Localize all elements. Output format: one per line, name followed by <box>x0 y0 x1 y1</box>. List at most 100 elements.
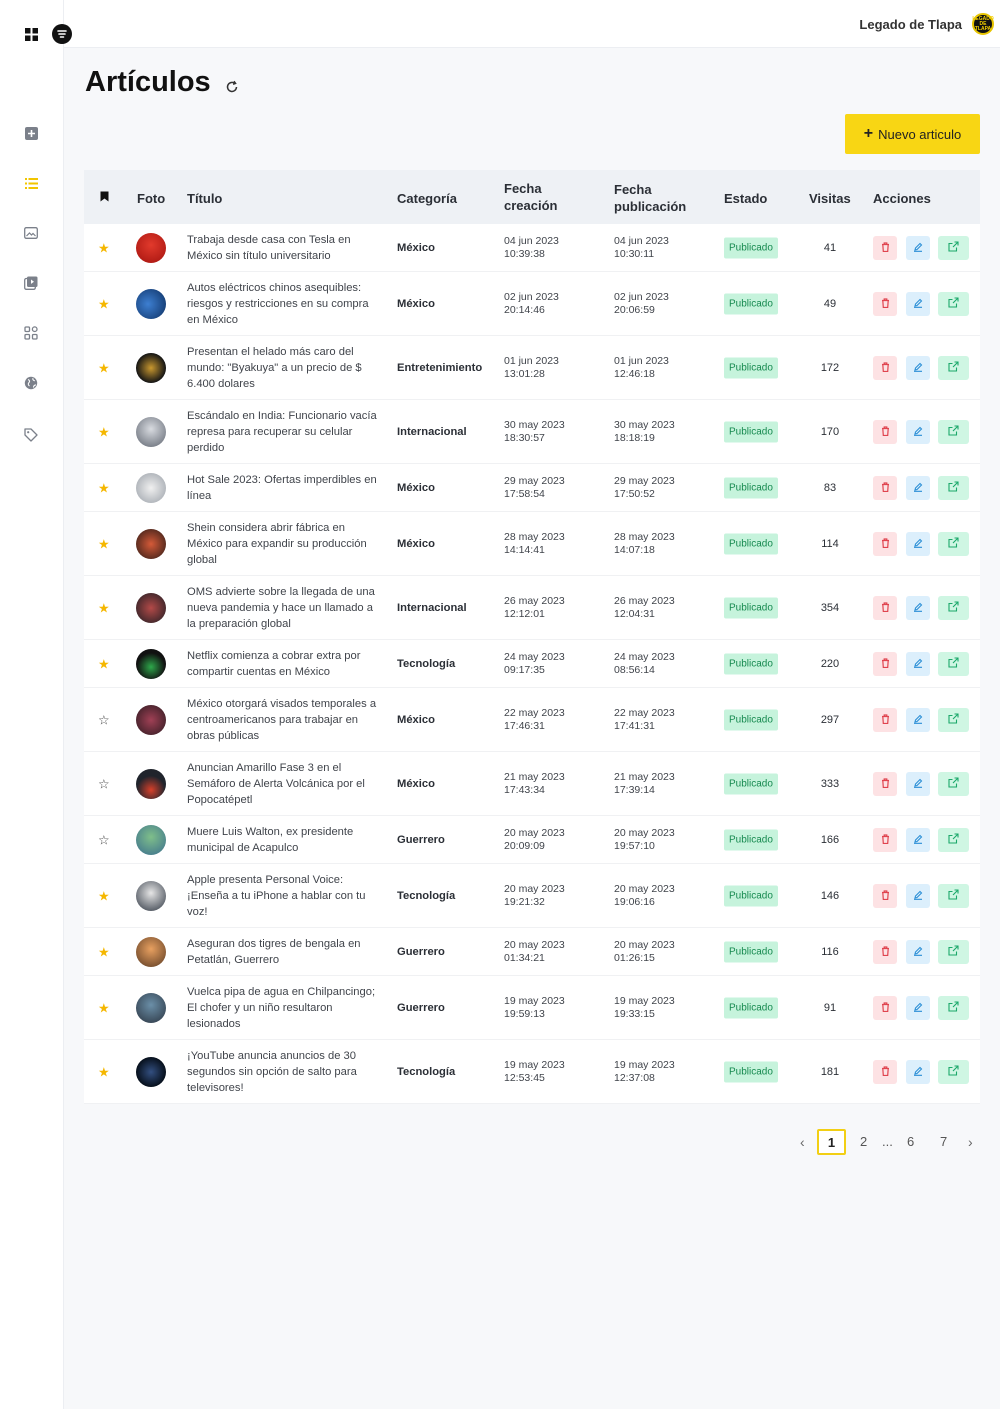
chevron-left-icon[interactable]: ‹ <box>800 1134 805 1150</box>
open-external-button[interactable] <box>938 595 969 620</box>
chevron-right-icon[interactable]: › <box>968 1134 973 1150</box>
article-title[interactable]: Anuncian Amarillo Fase 3 en el Semáforo … <box>187 760 377 808</box>
open-external-button[interactable] <box>938 939 969 964</box>
star-filled-icon[interactable]: ★ <box>98 481 110 494</box>
list-icon[interactable] <box>22 174 40 192</box>
edit-button[interactable] <box>906 419 930 444</box>
star-outline-icon[interactable]: ☆ <box>98 833 110 846</box>
article-title[interactable]: Shein considera abrir fábrica en México … <box>187 520 377 568</box>
article-title[interactable]: Escándalo en India: Funcionario vacía re… <box>187 408 377 456</box>
open-external-button[interactable] <box>938 883 969 908</box>
open-external-button[interactable] <box>938 419 969 444</box>
edit-button[interactable] <box>906 475 930 500</box>
article-title[interactable]: Trabaja desde casa con Tesla en México s… <box>187 232 377 264</box>
status-badge: Publicado <box>724 477 778 498</box>
brand-avatar[interactable]: LEGADO DE TLAPA <box>972 13 994 35</box>
edit-button[interactable] <box>906 771 930 796</box>
open-external-button[interactable] <box>938 1059 969 1084</box>
delete-button[interactable] <box>873 1059 897 1084</box>
edit-button[interactable] <box>906 827 930 852</box>
article-title[interactable]: Vuelca pipa de agua en Chilpancingo; El … <box>187 984 377 1032</box>
add-square-icon[interactable] <box>22 124 40 142</box>
delete-button[interactable] <box>873 883 897 908</box>
header-category: Categoría <box>397 191 457 206</box>
open-external-button[interactable] <box>938 291 969 316</box>
menu-toggle-button[interactable] <box>52 24 72 44</box>
visits-count: 114 <box>821 537 839 550</box>
delete-button[interactable] <box>873 827 897 852</box>
delete-button[interactable] <box>873 995 897 1020</box>
open-external-button[interactable] <box>938 355 969 380</box>
article-title[interactable]: Hot Sale 2023: Ofertas imperdibles en lí… <box>187 472 377 504</box>
edit-button[interactable] <box>906 995 930 1020</box>
delete-button[interactable] <box>873 771 897 796</box>
article-title[interactable]: Muere Luis Walton, ex presidente municip… <box>187 824 377 856</box>
edit-button[interactable] <box>906 291 930 316</box>
open-external-button[interactable] <box>938 531 969 556</box>
created-time: 17:58:54 <box>504 487 545 500</box>
article-title[interactable]: Apple presenta Personal Voice: ¡Enseña a… <box>187 872 377 920</box>
star-filled-icon[interactable]: ★ <box>98 537 110 550</box>
delete-button[interactable] <box>873 939 897 964</box>
article-title[interactable]: Netflix comienza a cobrar extra por comp… <box>187 648 377 680</box>
edit-button[interactable] <box>906 595 930 620</box>
delete-button[interactable] <box>873 419 897 444</box>
new-article-button[interactable]: + Nuevo articulo <box>845 114 980 154</box>
star-filled-icon[interactable]: ★ <box>98 361 110 374</box>
edit-button[interactable] <box>906 235 930 260</box>
edit-button[interactable] <box>906 651 930 676</box>
article-title[interactable]: México otorgará visados temporales a cen… <box>187 696 377 744</box>
open-external-button[interactable] <box>938 995 969 1020</box>
star-outline-icon[interactable]: ☆ <box>98 713 110 726</box>
delete-button[interactable] <box>873 355 897 380</box>
article-title[interactable]: Aseguran dos tigres de bengala en Petatl… <box>187 936 377 968</box>
edit-button[interactable] <box>906 1059 930 1084</box>
tag-icon[interactable] <box>22 426 40 444</box>
published-day: 22 may 2023 <box>614 706 675 719</box>
open-external-button[interactable] <box>938 707 969 732</box>
delete-button[interactable] <box>873 475 897 500</box>
article-title[interactable]: Autos eléctricos chinos asequibles: ries… <box>187 280 377 328</box>
open-external-button[interactable] <box>938 475 969 500</box>
globe-icon[interactable] <box>22 374 40 392</box>
star-filled-icon[interactable]: ★ <box>98 1065 110 1078</box>
star-filled-icon[interactable]: ★ <box>98 1001 110 1014</box>
star-filled-icon[interactable]: ★ <box>98 889 110 902</box>
star-outline-icon[interactable]: ☆ <box>98 777 110 790</box>
delete-button[interactable] <box>873 235 897 260</box>
video-icon[interactable] <box>22 274 40 292</box>
edit-button[interactable] <box>906 939 930 964</box>
page-6[interactable]: 6 <box>907 1134 914 1149</box>
open-external-button[interactable] <box>938 235 969 260</box>
edit-button[interactable] <box>906 707 930 732</box>
star-filled-icon[interactable]: ★ <box>98 241 110 254</box>
refresh-icon[interactable] <box>225 80 239 94</box>
categories-icon[interactable] <box>22 324 40 342</box>
star-filled-icon[interactable]: ★ <box>98 657 110 670</box>
open-external-button[interactable] <box>938 651 969 676</box>
star-filled-icon[interactable]: ★ <box>98 297 110 310</box>
delete-button[interactable] <box>873 291 897 316</box>
delete-button[interactable] <box>873 707 897 732</box>
star-filled-icon[interactable]: ★ <box>98 425 110 438</box>
article-category: México <box>397 713 435 726</box>
delete-button[interactable] <box>873 595 897 620</box>
edit-button[interactable] <box>906 531 930 556</box>
edit-button[interactable] <box>906 883 930 908</box>
article-title[interactable]: Presentan el helado más caro del mundo: … <box>187 344 377 392</box>
pencil-icon <box>913 239 923 257</box>
image-icon[interactable] <box>22 224 40 242</box>
open-external-button[interactable] <box>938 771 969 796</box>
delete-button[interactable] <box>873 651 897 676</box>
page-2[interactable]: 2 <box>860 1134 867 1149</box>
open-external-button[interactable] <box>938 827 969 852</box>
delete-button[interactable] <box>873 531 897 556</box>
page-current[interactable]: 1 <box>817 1129 846 1155</box>
dashboard-grid-icon[interactable] <box>22 25 40 43</box>
page-7[interactable]: 7 <box>940 1134 947 1149</box>
star-filled-icon[interactable]: ★ <box>98 601 110 614</box>
edit-button[interactable] <box>906 355 930 380</box>
article-title[interactable]: OMS advierte sobre la llegada de una nue… <box>187 584 377 632</box>
article-title[interactable]: ¡YouTube anuncia anuncios de 30 segundos… <box>187 1048 377 1096</box>
star-filled-icon[interactable]: ★ <box>98 945 110 958</box>
